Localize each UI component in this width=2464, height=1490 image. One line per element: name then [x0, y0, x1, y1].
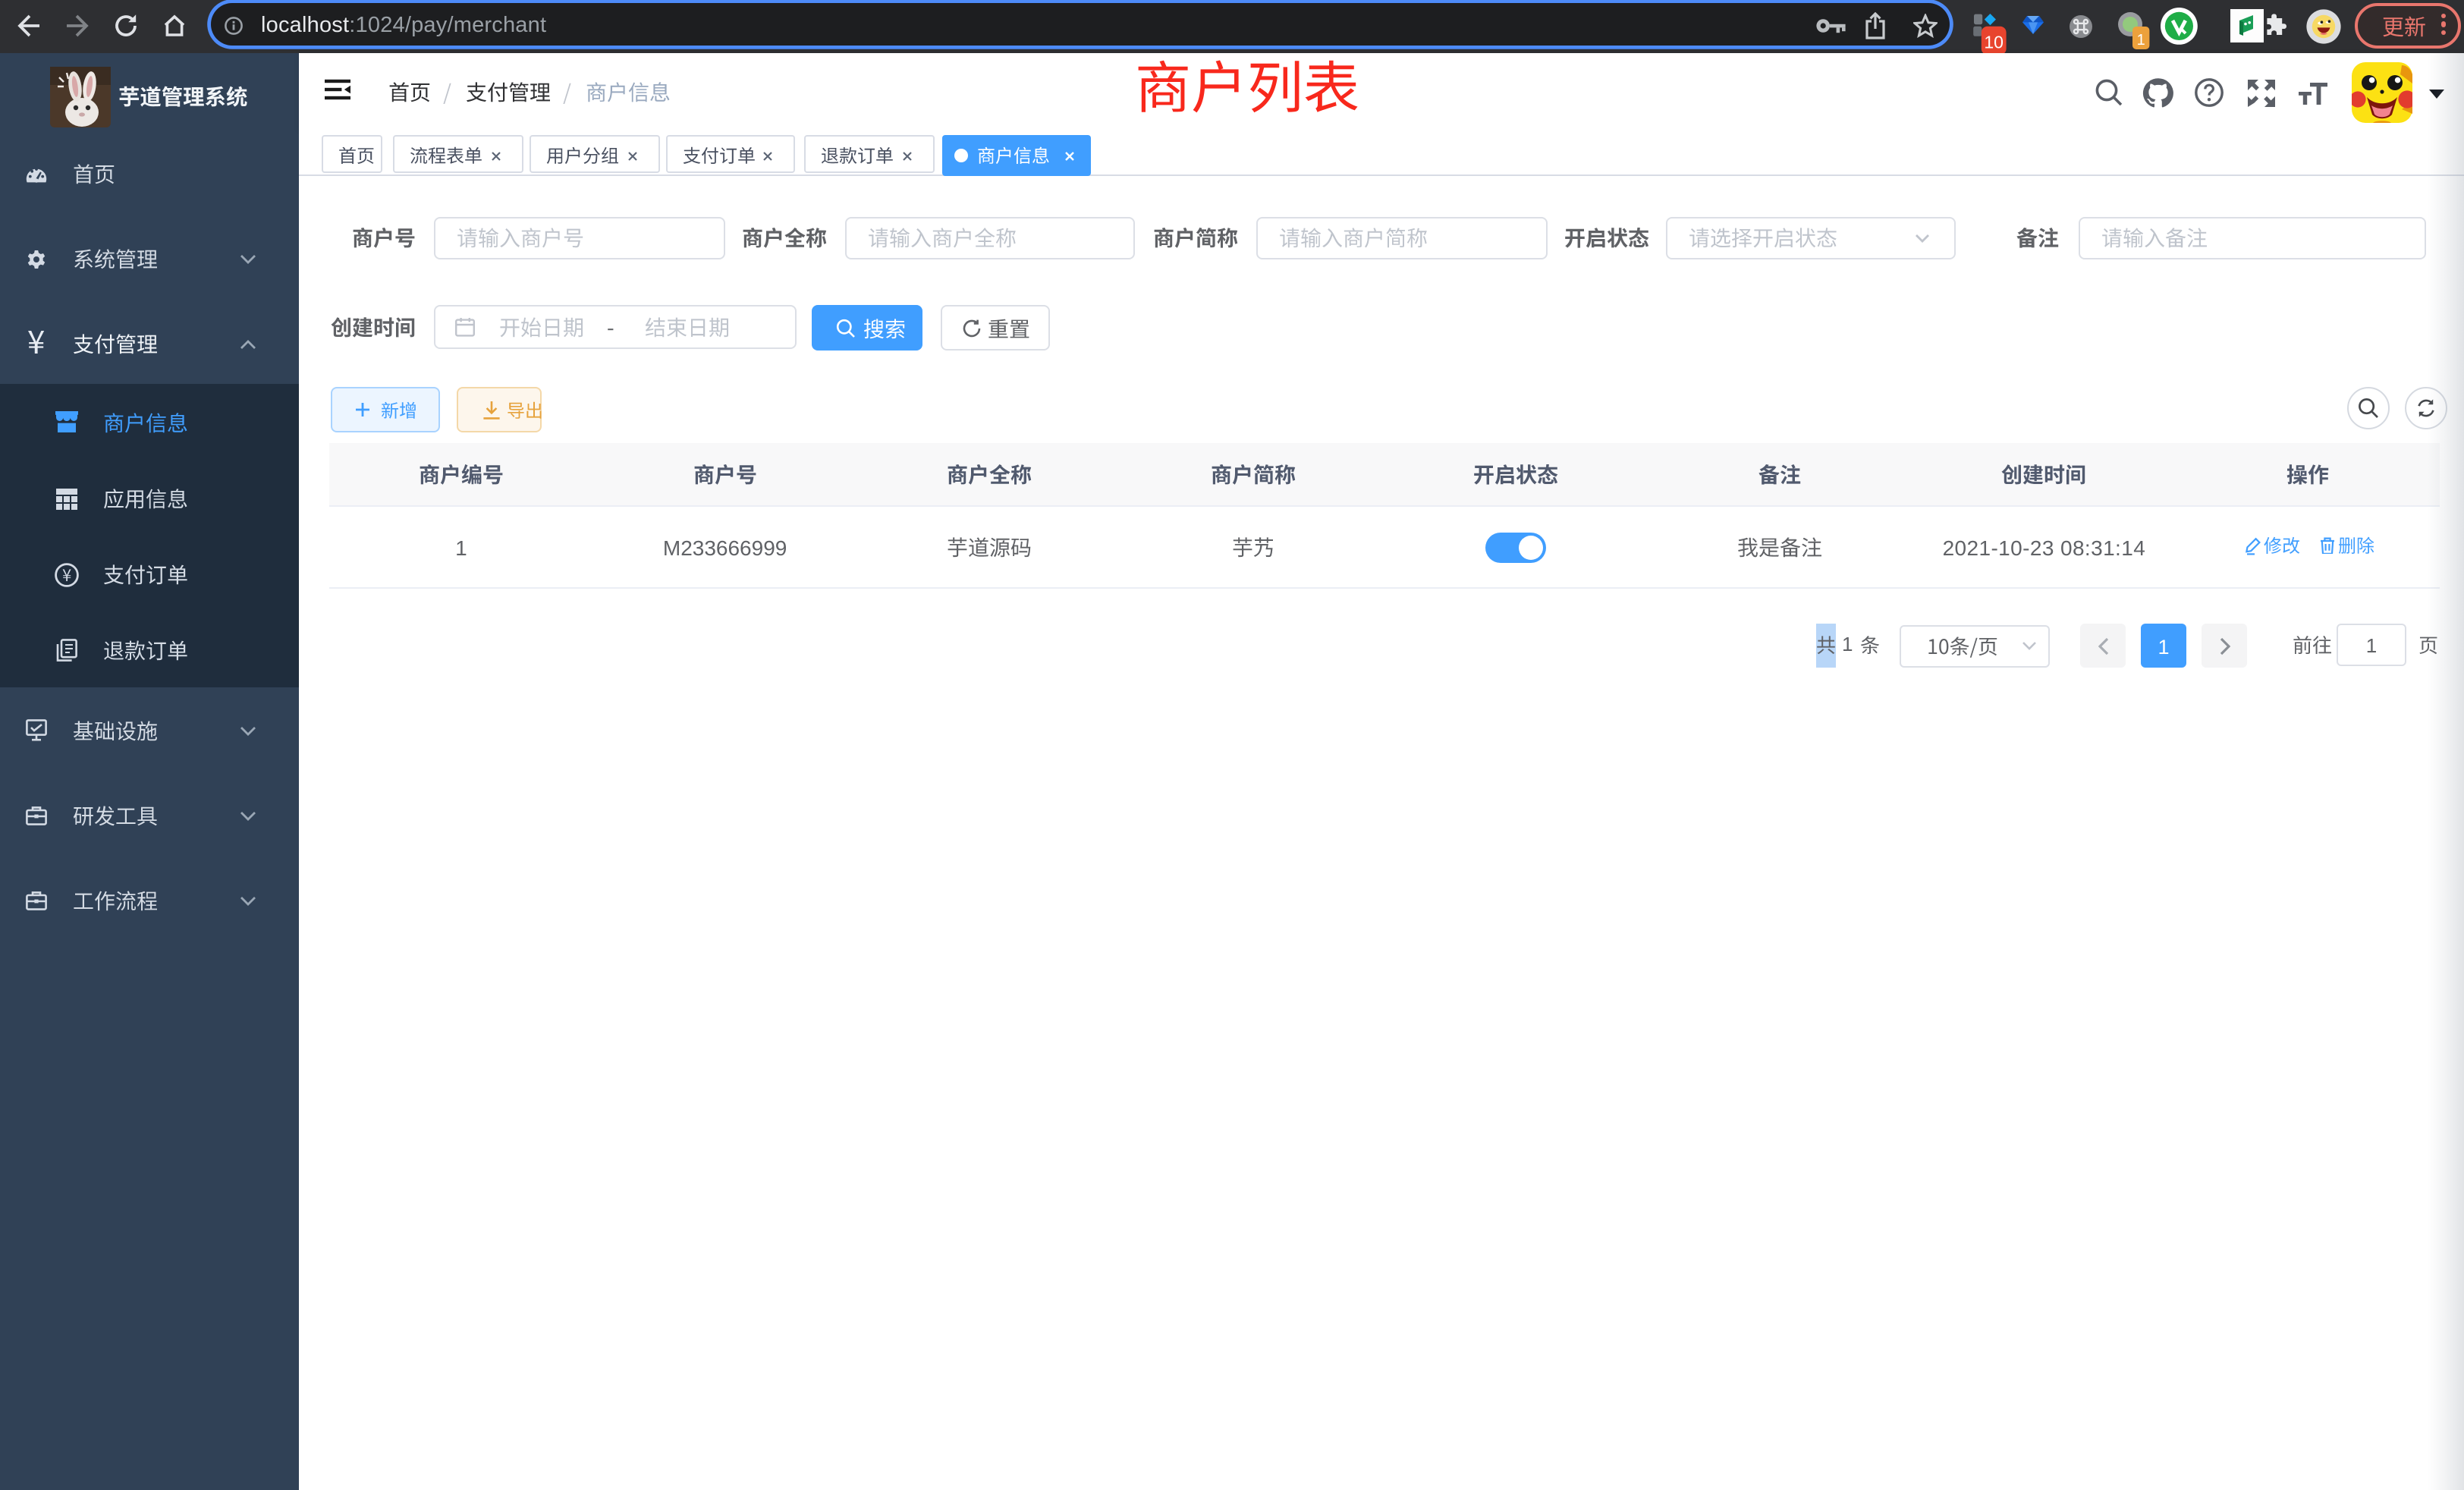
svg-text:10: 10	[1984, 32, 2004, 52]
svg-text:1: 1	[2137, 32, 2145, 49]
